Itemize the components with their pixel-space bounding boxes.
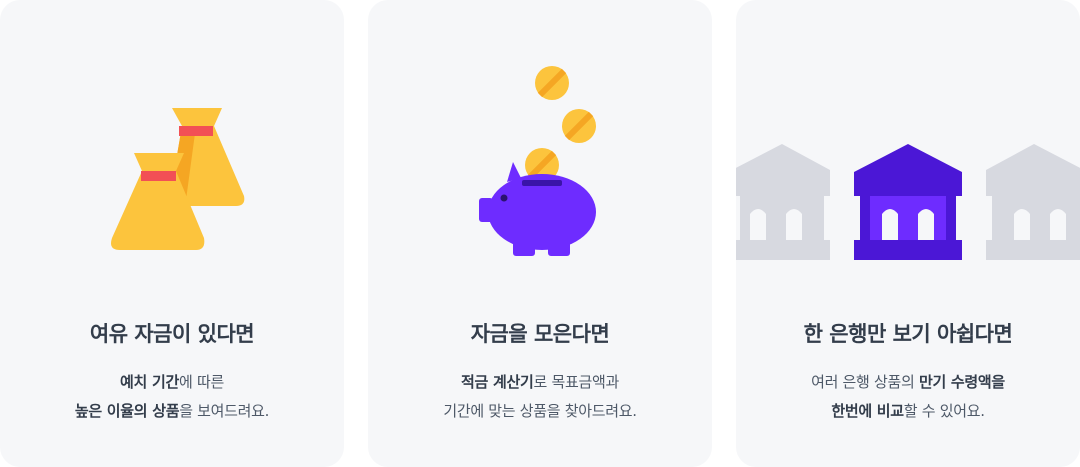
desc-bold: 만기 수령액을 bbox=[918, 373, 1005, 391]
card-description: 예치 기간에 따른 높은 이율의 상품을 보여드려요. bbox=[0, 368, 344, 426]
desc-text: 여러 은행 상품의 bbox=[811, 373, 919, 391]
desc-bold: 한번에 비교 bbox=[831, 402, 904, 420]
desc-text: 을 보여드려요. bbox=[179, 402, 270, 420]
card-description: 여러 은행 상품의 만기 수령액을 한번에 비교할 수 있어요. bbox=[736, 368, 1080, 426]
card-title: 자금을 모은다면 bbox=[470, 322, 610, 346]
card-title: 한 은행만 보기 아쉽다면 bbox=[803, 322, 1013, 346]
card-title: 여유 자금이 있다면 bbox=[89, 322, 255, 346]
desc-bold: 예치 기간 bbox=[120, 373, 179, 391]
desc-text: 에 따른 bbox=[178, 373, 224, 391]
card-description: 적금 계산기로 목표금액과 기간에 맞는 상품을 찾아드려요. bbox=[368, 368, 712, 426]
feature-card-deposit: 여유 자금이 있다면 예치 기간에 따른 높은 이율의 상품을 보여드려요. bbox=[0, 0, 344, 467]
desc-line-1: 예치 기간에 따른 bbox=[0, 368, 344, 397]
desc-text: 할 수 있어요. bbox=[903, 402, 985, 420]
coin-icon bbox=[562, 109, 596, 143]
bank-icon bbox=[736, 144, 1080, 260]
desc-text: 로 목표금액과 bbox=[533, 373, 619, 391]
desc-bold: 적금 계산기 bbox=[461, 373, 534, 391]
coin-icon bbox=[535, 66, 569, 100]
piggy-bank-icon bbox=[479, 66, 596, 256]
bank-gray-left-icon bbox=[736, 144, 830, 260]
desc-bold: 높은 이율의 상품 bbox=[74, 402, 180, 420]
desc-line-1: 여러 은행 상품의 만기 수령액을 bbox=[736, 368, 1080, 397]
desc-line-2: 높은 이율의 상품을 보여드려요. bbox=[0, 397, 344, 426]
desc-line-2: 한번에 비교할 수 있어요. bbox=[736, 397, 1080, 426]
money-bag-icon bbox=[111, 108, 245, 250]
feature-card-compare: 한 은행만 보기 아쉽다면 여러 은행 상품의 만기 수령액을 한번에 비교할 … bbox=[736, 0, 1080, 467]
desc-line-1: 적금 계산기로 목표금액과 bbox=[368, 368, 712, 397]
feature-card-savings: 자금을 모은다면 적금 계산기로 목표금액과 기간에 맞는 상품을 찾아드려요. bbox=[368, 0, 712, 467]
bank-gray-right-icon bbox=[986, 144, 1080, 260]
desc-line-2: 기간에 맞는 상품을 찾아드려요. bbox=[368, 397, 712, 426]
desc-text: 기간에 맞는 상품을 찾아드려요. bbox=[443, 402, 637, 420]
